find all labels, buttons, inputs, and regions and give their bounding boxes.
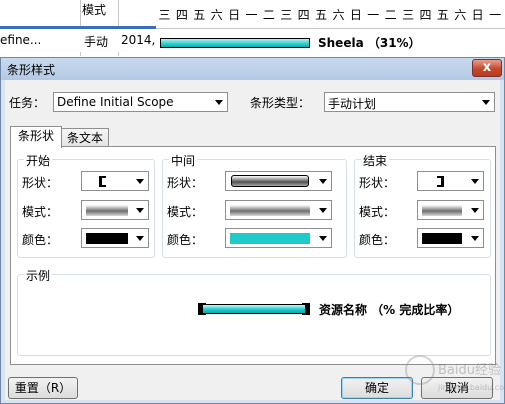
middle-group-title: 中间	[169, 152, 198, 169]
gantt-bar-label: Sheela （31%）	[318, 36, 421, 50]
middle-shape-select[interactable]	[225, 171, 332, 191]
timescale-day: 四	[419, 8, 432, 22]
end-pattern-select[interactable]	[417, 200, 484, 220]
timescale-day: 三	[402, 8, 415, 22]
bar-shape-swatch	[231, 175, 309, 187]
timescale-day: 日	[349, 8, 362, 22]
tab-bar-shape-label: 条形状	[17, 129, 54, 143]
sample-bar-preview	[198, 303, 310, 315]
timescale-day: 五	[193, 8, 206, 22]
sample-label: 资源名称 （% 完成比率）	[319, 303, 460, 317]
gradient-swatch	[230, 205, 310, 216]
end-pattern-label: 模式：	[359, 205, 396, 219]
timescale-day: 六	[210, 8, 223, 22]
middle-pattern-label: 模式：	[167, 205, 204, 219]
end-group-title: 结束	[361, 152, 390, 169]
svg-text:Baidu经验: Baidu经验	[438, 362, 501, 378]
start-shape-select[interactable]	[81, 171, 149, 191]
timescale-day: 日	[471, 8, 484, 22]
bar-type-label: 条形类型：	[250, 96, 311, 110]
color-swatch	[422, 233, 462, 244]
dialog-titlebar[interactable]: 条形样式 x	[1, 58, 504, 80]
chevron-down-icon	[136, 208, 144, 213]
end-group: 结束 形状： 模式： 颜色：	[354, 152, 491, 258]
mode-column-header: 模式	[82, 3, 107, 17]
start-bracket-icon	[99, 176, 106, 187]
middle-group: 中间 形状： 模式： 颜色：	[162, 152, 347, 258]
tab-bar-text[interactable]: 条文本	[61, 128, 109, 148]
timescale-day: 三	[280, 8, 293, 22]
chevron-down-icon	[471, 236, 479, 241]
chevron-down-icon	[319, 179, 327, 184]
ok-button-label: 确定	[364, 381, 389, 395]
task-label: 任务：	[9, 96, 46, 110]
timescale-day: 三	[158, 8, 171, 22]
reset-button[interactable]: 重置（R）	[8, 377, 78, 399]
task-name-cell: efine...	[0, 33, 42, 47]
tab-bar-shape[interactable]: 条形状	[10, 126, 62, 148]
bar-shape-tab-panel: 开始 形状： 模式： 颜色： 中间 形状： 模式： 颜色： 结束 形状： 模式：…	[10, 146, 496, 365]
timescale-day: 一	[367, 8, 380, 22]
sample-title: 示例	[24, 267, 53, 284]
task-row[interactable]: efine... 手动 2014,	[0, 29, 158, 52]
end-shape-select[interactable]	[417, 171, 484, 191]
chevron-down-icon	[319, 208, 327, 213]
timescale-day: 五	[436, 8, 449, 22]
bar-type-select-value: 手动计划	[328, 97, 377, 111]
gradient-swatch	[86, 205, 128, 216]
chevron-down-icon	[215, 100, 223, 105]
task-start-cell: 2014,	[121, 33, 156, 47]
chevron-down-icon	[471, 208, 479, 213]
bar-type-select[interactable]: 手动计划	[324, 92, 495, 112]
timescale-day: 六	[332, 8, 345, 22]
timescale-day: 五	[315, 8, 328, 22]
gradient-swatch	[422, 205, 462, 216]
chevron-down-icon	[136, 236, 144, 241]
color-swatch	[230, 233, 310, 244]
close-button[interactable]: x	[472, 59, 502, 77]
middle-color-select[interactable]	[225, 228, 332, 248]
middle-pattern-select[interactable]	[225, 200, 332, 220]
color-swatch	[86, 233, 128, 244]
timescale-header: 三四五六日一二三四五六日一二三四五六日一	[156, 0, 505, 29]
watermark-graphic: Baidu经验 jingyan.baidu.com	[405, 355, 505, 392]
start-pattern-select[interactable]	[81, 200, 149, 220]
sample-bar-fill	[202, 304, 306, 314]
task-select[interactable]: Define Initial Scope	[53, 92, 228, 112]
middle-color-label: 颜色：	[167, 233, 204, 247]
timescale-day: 六	[454, 8, 467, 22]
start-group-title: 开始	[24, 152, 53, 169]
svg-text:jingyan.baidu.com: jingyan.baidu.com	[437, 383, 505, 392]
baidu-watermark-logo: Baidu经验 jingyan.baidu.com	[398, 340, 505, 404]
close-icon: x	[482, 60, 492, 75]
start-group: 开始 形状： 模式： 颜色：	[17, 152, 155, 258]
start-color-label: 颜色：	[22, 233, 59, 247]
end-bracket-icon	[437, 176, 444, 187]
start-shape-label: 形状：	[22, 176, 59, 190]
timescale-day: 四	[297, 8, 310, 22]
end-color-select[interactable]	[417, 228, 484, 248]
chevron-down-icon	[482, 100, 490, 105]
chevron-down-icon	[471, 179, 479, 184]
start-pattern-label: 模式：	[22, 205, 59, 219]
dialog-title: 条形样式	[7, 63, 56, 77]
gantt-bar[interactable]	[160, 38, 310, 48]
timescale-day: 二	[262, 8, 275, 22]
end-shape-label: 形状：	[359, 176, 396, 190]
chevron-down-icon	[136, 179, 144, 184]
task-mode-cell: 手动	[84, 35, 109, 49]
middle-shape-label: 形状：	[167, 176, 204, 190]
task-select-value: Define Initial Scope	[57, 95, 174, 109]
start-color-select[interactable]	[81, 228, 149, 248]
timescale-day: 二	[384, 8, 397, 22]
timescale-day: 一	[489, 8, 502, 22]
gantt-background: 模式 efine... 手动 2014, 三四五六日一二三四五六日一二三四五六日…	[0, 0, 505, 60]
timescale-day: 一	[245, 8, 258, 22]
chevron-down-icon	[319, 236, 327, 241]
end-color-label: 颜色：	[359, 233, 396, 247]
timescale-day: 日	[228, 8, 241, 22]
timescale-day: 四	[175, 8, 188, 22]
tab-bar-text-label: 条文本	[66, 131, 103, 145]
reset-button-label: 重置（R）	[14, 381, 72, 395]
